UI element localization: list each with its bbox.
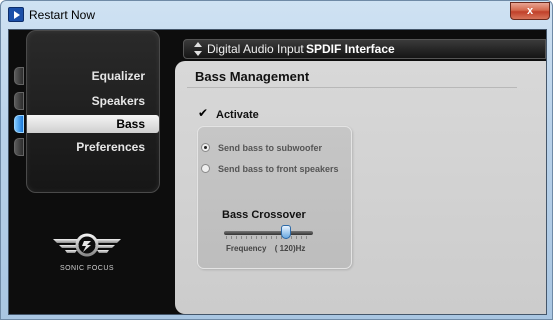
- radio-front-speakers-label: Send bass to front speakers: [218, 164, 339, 174]
- close-button[interactable]: x: [510, 2, 550, 20]
- frequency-readout: Frequency ( 120)Hz: [226, 244, 305, 253]
- nav-item-preferences[interactable]: Preferences: [27, 138, 159, 156]
- nav-item-bass[interactable]: Bass: [27, 115, 159, 133]
- title-divider: [187, 87, 517, 88]
- title-bar[interactable]: Restart Now x: [1, 1, 553, 28]
- sonic-focus-logo-icon: [53, 233, 121, 257]
- device-label: Digital Audio Input: [207, 42, 304, 56]
- radio-subwoofer-label: Send bass to subwoofer: [218, 143, 323, 153]
- slider-ticks: [226, 236, 311, 239]
- activate-label: Activate: [216, 109, 259, 121]
- device-value[interactable]: SPDIF Interface: [306, 42, 395, 56]
- crossover-slider[interactable]: [224, 231, 313, 235]
- nav-tab-equalizer[interactable]: [14, 67, 24, 85]
- nav-tab-speakers[interactable]: [14, 92, 24, 110]
- page-title: Bass Management: [195, 69, 310, 84]
- frequency-label: Frequency: [226, 244, 267, 253]
- nav-tab-bass[interactable]: [14, 115, 24, 133]
- activate-checkbox[interactable]: ✔: [198, 107, 209, 119]
- window-title: Restart Now: [29, 8, 96, 22]
- nav-item-equalizer[interactable]: Equalizer: [27, 67, 159, 85]
- radio-front-speakers[interactable]: [201, 164, 210, 173]
- slider-thumb[interactable]: [281, 225, 291, 239]
- nav-item-speakers[interactable]: Speakers: [27, 92, 159, 110]
- app-icon: [8, 7, 24, 22]
- logo-text: SONIC FOCUS: [59, 265, 115, 272]
- nav-tab-preferences[interactable]: [14, 138, 24, 156]
- crossover-title: Bass Crossover: [222, 209, 306, 221]
- frequency-value: ( 120)Hz: [274, 244, 306, 253]
- nav-panel: [26, 30, 160, 193]
- device-stepper-icon[interactable]: [193, 41, 203, 57]
- radio-subwoofer[interactable]: [201, 143, 210, 152]
